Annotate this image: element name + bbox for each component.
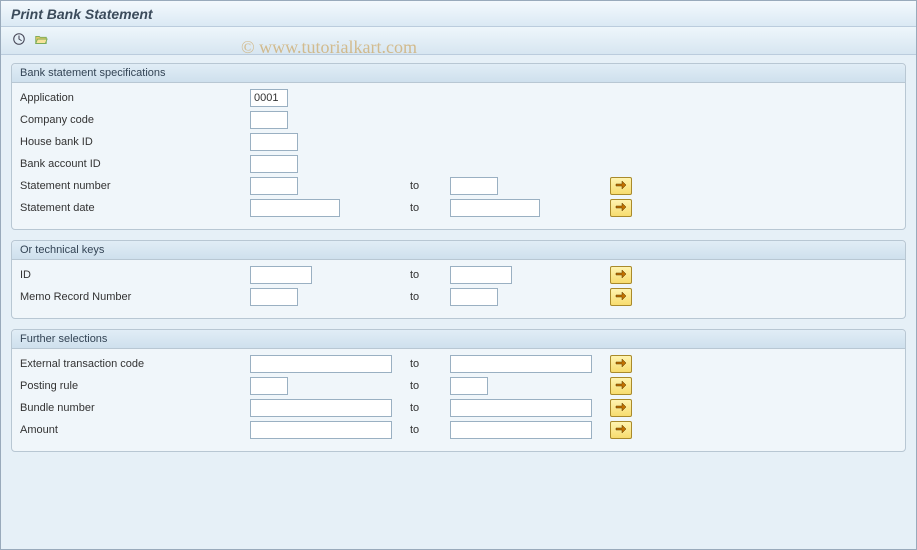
to-label: to xyxy=(410,269,450,281)
company-code-input[interactable] xyxy=(250,111,288,129)
arrow-right-icon xyxy=(615,269,627,282)
application-label: Application xyxy=(20,92,250,104)
to-label: to xyxy=(410,202,450,214)
arrow-right-icon xyxy=(615,380,627,393)
memo-label: Memo Record Number xyxy=(20,291,250,303)
stmt-number-from-input[interactable] xyxy=(250,177,298,195)
id-label: ID xyxy=(20,269,250,281)
amount-to-input[interactable] xyxy=(450,421,592,439)
posting-multi-button[interactable] xyxy=(610,377,632,395)
execute-button[interactable] xyxy=(9,31,29,51)
bank-account-label: Bank account ID xyxy=(20,158,250,170)
ext-tx-from-input[interactable] xyxy=(250,355,392,373)
bundle-label: Bundle number xyxy=(20,402,250,414)
group-title-further: Further selections xyxy=(12,330,905,349)
stmt-date-label: Statement date xyxy=(20,202,250,214)
stmt-date-to-input[interactable] xyxy=(450,199,540,217)
memo-from-input[interactable] xyxy=(250,288,298,306)
amount-label: Amount xyxy=(20,424,250,436)
title-bar: Print Bank Statement xyxy=(1,1,916,27)
ext-tx-to-input[interactable] xyxy=(450,355,592,373)
page-title: Print Bank Statement xyxy=(11,6,153,22)
arrow-right-icon xyxy=(615,180,627,193)
arrow-right-icon xyxy=(615,358,627,371)
to-label: to xyxy=(410,291,450,303)
memo-to-input[interactable] xyxy=(450,288,498,306)
group-title-spec: Bank statement specifications xyxy=(12,64,905,83)
stmt-number-to-input[interactable] xyxy=(450,177,498,195)
group-technical-keys: Or technical keys ID to Memo Record Numb… xyxy=(11,240,906,319)
bundle-multi-button[interactable] xyxy=(610,399,632,417)
folder-open-icon xyxy=(34,32,48,49)
id-to-input[interactable] xyxy=(450,266,512,284)
house-bank-label: House bank ID xyxy=(20,136,250,148)
group-title-tech: Or technical keys xyxy=(12,241,905,260)
toolbar xyxy=(1,27,916,55)
get-variant-button[interactable] xyxy=(31,31,51,51)
amount-multi-button[interactable] xyxy=(610,421,632,439)
arrow-right-icon xyxy=(615,291,627,304)
bank-account-input[interactable] xyxy=(250,155,298,173)
stmt-date-multi-button[interactable] xyxy=(610,199,632,217)
to-label: to xyxy=(410,402,450,414)
arrow-right-icon xyxy=(615,424,627,437)
ext-tx-label: External transaction code xyxy=(20,358,250,370)
posting-from-input[interactable] xyxy=(250,377,288,395)
clock-icon xyxy=(12,32,26,49)
application-input[interactable] xyxy=(250,89,288,107)
stmt-number-multi-button[interactable] xyxy=(610,177,632,195)
memo-multi-button[interactable] xyxy=(610,288,632,306)
group-bank-statement-spec: Bank statement specifications Applicatio… xyxy=(11,63,906,230)
to-label: to xyxy=(410,380,450,392)
ext-tx-multi-button[interactable] xyxy=(610,355,632,373)
to-label: to xyxy=(410,358,450,370)
stmt-number-label: Statement number xyxy=(20,180,250,192)
arrow-right-icon xyxy=(615,402,627,415)
amount-from-input[interactable] xyxy=(250,421,392,439)
stmt-date-from-input[interactable] xyxy=(250,199,340,217)
posting-label: Posting rule xyxy=(20,380,250,392)
id-multi-button[interactable] xyxy=(610,266,632,284)
arrow-right-icon xyxy=(615,202,627,215)
id-from-input[interactable] xyxy=(250,266,312,284)
group-further-selections: Further selections External transaction … xyxy=(11,329,906,452)
to-label: to xyxy=(410,424,450,436)
bundle-to-input[interactable] xyxy=(450,399,592,417)
house-bank-input[interactable] xyxy=(250,133,298,151)
bundle-from-input[interactable] xyxy=(250,399,392,417)
company-code-label: Company code xyxy=(20,114,250,126)
posting-to-input[interactable] xyxy=(450,377,488,395)
to-label: to xyxy=(410,180,450,192)
